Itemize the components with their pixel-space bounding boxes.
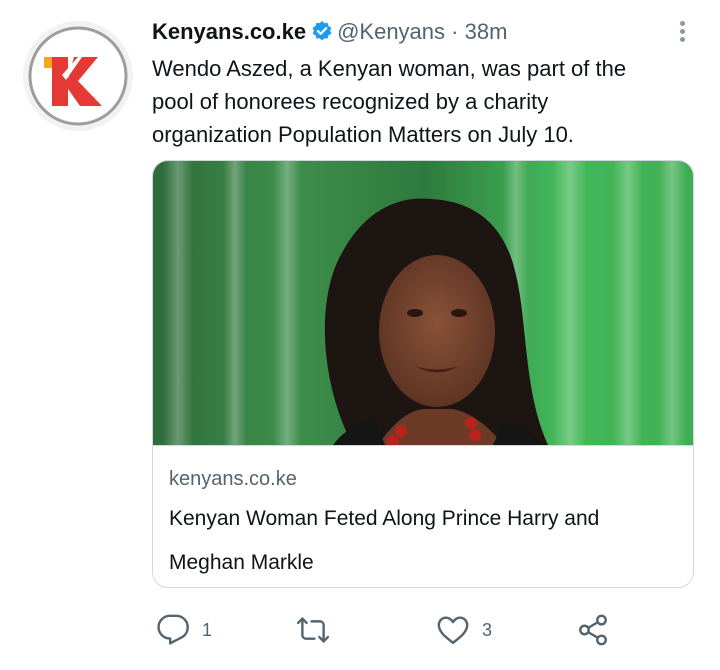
like-count: 3 [482, 619, 493, 640]
retweet-button[interactable] [296, 608, 342, 652]
share-icon [576, 613, 610, 647]
share-button[interactable] [576, 608, 610, 652]
reply-button[interactable]: 1 [156, 608, 212, 652]
display-name[interactable]: Kenyans.co.ke [152, 19, 306, 44]
card-title: Kenyan Woman Feted Along Prince Harry an… [169, 507, 600, 574]
card-domain: kenyans.co.ke [169, 468, 297, 490]
more-vertical-icon[interactable] [674, 18, 690, 46]
avatar[interactable] [22, 20, 134, 132]
like-button[interactable]: 3 [436, 608, 492, 652]
retweet-icon [296, 613, 330, 647]
separator-dot: · [451, 19, 459, 44]
timestamp[interactable]: 38m [465, 19, 508, 44]
kenyans-k-logo [23, 21, 133, 131]
tweet-actions: 1 3 [150, 608, 630, 652]
heart-icon [436, 613, 470, 647]
reply-icon [156, 613, 190, 647]
reply-count: 1 [202, 619, 213, 640]
user-handle[interactable]: @Kenyans [337, 19, 445, 44]
tweet-header: Kenyans.co.ke @Kenyans · 38m [152, 17, 660, 50]
card-image[interactable] [153, 161, 693, 447]
link-card[interactable]: kenyans.co.ke Kenyan Woman Feted Along P… [152, 160, 694, 588]
tweet-text: Wendo Aszed, a Kenyan woman, was part of… [152, 56, 627, 147]
verified-badge-icon [311, 20, 333, 50]
